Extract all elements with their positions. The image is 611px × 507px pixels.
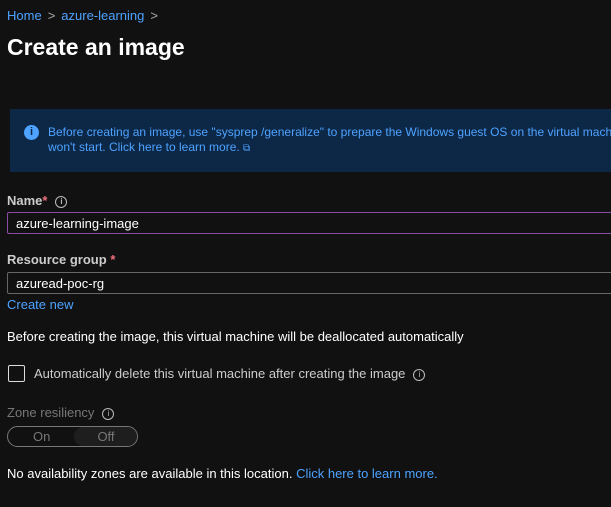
info-icon[interactable]: i	[413, 368, 426, 381]
breadcrumb: Home > azure-learning >	[7, 8, 164, 23]
toggle-on[interactable]: On	[33, 429, 50, 444]
auto-delete-label: Automatically delete this virtual machin…	[34, 366, 426, 381]
chevron-right-icon: >	[47, 8, 56, 23]
create-new-link[interactable]: Create new	[7, 297, 73, 312]
resource-group-label: Resource group *	[7, 252, 116, 267]
auto-delete-checkbox[interactable]	[8, 365, 25, 382]
chevron-right-icon: >	[150, 8, 158, 23]
resource-group-select[interactable]: azuread-poc-rg	[7, 272, 611, 294]
info-banner[interactable]: i Before creating an image, use "sysprep…	[10, 109, 611, 172]
name-input[interactable]: azure-learning-image	[7, 212, 611, 234]
deallocate-note: Before creating the image, this virtual …	[7, 329, 464, 344]
zone-resiliency-label: Zone resiliency i	[7, 405, 115, 420]
toggle-off[interactable]: Off	[74, 427, 137, 446]
breadcrumb-home[interactable]: Home	[7, 8, 42, 23]
zone-resiliency-toggle[interactable]: On Off	[7, 426, 138, 447]
zones-note: No availability zones are available in t…	[7, 466, 438, 481]
info-icon[interactable]: i	[55, 195, 68, 208]
info-icon[interactable]: i	[102, 407, 115, 420]
info-icon: i	[24, 125, 39, 140]
name-label: Name* i	[7, 193, 68, 208]
zones-learn-more-link[interactable]: Click here to learn more.	[296, 466, 438, 481]
page-title: Create an image	[7, 34, 185, 60]
info-learn-more-link[interactable]: won't start. Click here to learn more.	[48, 140, 240, 154]
external-link-icon: ⧉	[243, 143, 251, 154]
breadcrumb-vm[interactable]: azure-learning	[61, 8, 144, 23]
info-text-line1: Before creating an image, use "sysprep /…	[48, 125, 611, 139]
